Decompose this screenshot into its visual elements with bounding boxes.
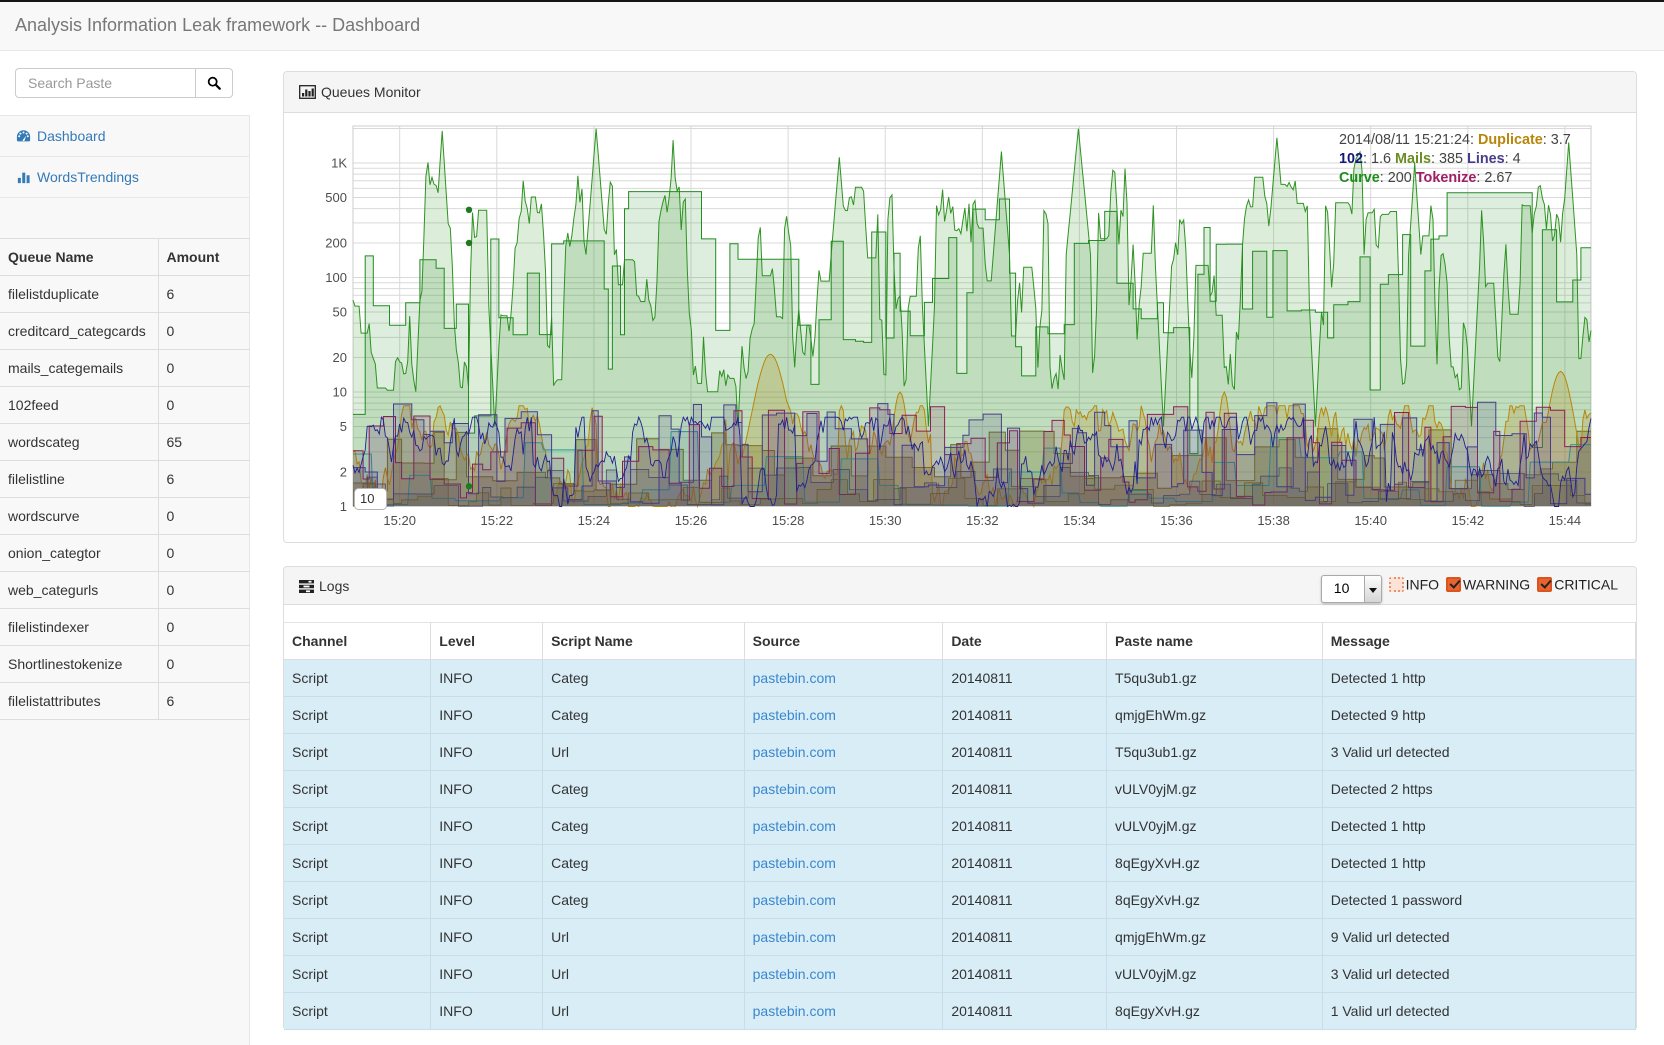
svg-text:15:36: 15:36	[1160, 513, 1193, 528]
svg-text:5: 5	[340, 419, 347, 434]
svg-text:15:22: 15:22	[481, 513, 514, 528]
svg-text:15:24: 15:24	[578, 513, 611, 528]
svg-text:200: 200	[325, 236, 347, 251]
svg-text:2014/08/11 15:21:24: Duplicate: 2014/08/11 15:21:24: Duplicate: 3.7	[1339, 132, 1571, 148]
svg-text:20: 20	[333, 350, 347, 365]
svg-text:10: 10	[333, 385, 347, 400]
svg-text:100: 100	[325, 270, 347, 285]
svg-text:2: 2	[340, 465, 347, 480]
svg-text:15:30: 15:30	[869, 513, 902, 528]
svg-text:15:44: 15:44	[1549, 513, 1582, 528]
svg-text:50: 50	[333, 305, 347, 320]
svg-text:15:38: 15:38	[1257, 513, 1290, 528]
svg-text:15:34: 15:34	[1063, 513, 1096, 528]
svg-text:15:40: 15:40	[1354, 513, 1387, 528]
svg-text:15:26: 15:26	[675, 513, 708, 528]
svg-text:1K: 1K	[331, 156, 347, 171]
svg-text:102: 1.6 Mails: 385 Lines: 4: 102: 1.6 Mails: 385 Lines: 4	[1339, 151, 1521, 167]
svg-text:15:28: 15:28	[772, 513, 805, 528]
svg-text:15:20: 15:20	[383, 513, 416, 528]
svg-text:10: 10	[360, 491, 374, 506]
svg-text:15:32: 15:32	[966, 513, 999, 528]
svg-text:15:42: 15:42	[1452, 513, 1485, 528]
svg-text:1: 1	[340, 499, 347, 514]
svg-text:500: 500	[325, 190, 347, 205]
svg-text:Curve: 200 Tokenize: 2.67: Curve: 200 Tokenize: 2.67	[1339, 170, 1512, 186]
